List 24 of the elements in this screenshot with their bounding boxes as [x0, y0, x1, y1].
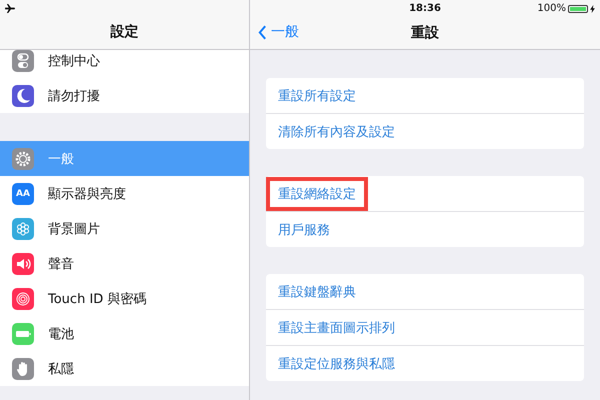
chevron-icon	[258, 24, 267, 40]
sidebar-title: 設定	[110, 22, 138, 41]
settings-item[interactable]: 一般	[0, 141, 249, 176]
status-time: 18:36	[409, 3, 441, 14]
reset-option[interactable]: 重設定位服務與私隱	[274, 346, 399, 380]
settings-item[interactable]: 背景圖片	[0, 211, 249, 246]
reset-option[interactable]: 重設所有設定	[274, 78, 360, 112]
reset-option[interactable]: 重設網絡設定	[266, 176, 368, 210]
reset-option[interactable]: 用戶服務	[274, 212, 334, 246]
settings-item[interactable]: 聲音	[0, 246, 249, 281]
battery-percent: 100%	[537, 3, 566, 14]
settings-item[interactable]: 私隱	[0, 351, 249, 386]
settings-item[interactable]: 電池	[0, 316, 249, 351]
battery-icon	[568, 4, 588, 12]
reset-option[interactable]: 清除所有內容及設定	[274, 114, 399, 148]
text-icon: AA	[12, 182, 34, 204]
back-button[interactable]: 一般	[258, 23, 299, 41]
settings-item[interactable]: Touch ID 與密碼	[0, 281, 249, 316]
settings-item[interactable]: AA 顯示器與亮度	[0, 176, 249, 211]
reset-option[interactable]: 重設主畫面圖示排列	[274, 310, 399, 344]
reset-option[interactable]: 重設鍵盤辭典	[274, 274, 360, 308]
settings-item[interactable]: 控制中心	[0, 50, 249, 78]
settings-item[interactable]: 請勿打擾	[0, 78, 249, 113]
page-title: 重設	[411, 24, 439, 42]
